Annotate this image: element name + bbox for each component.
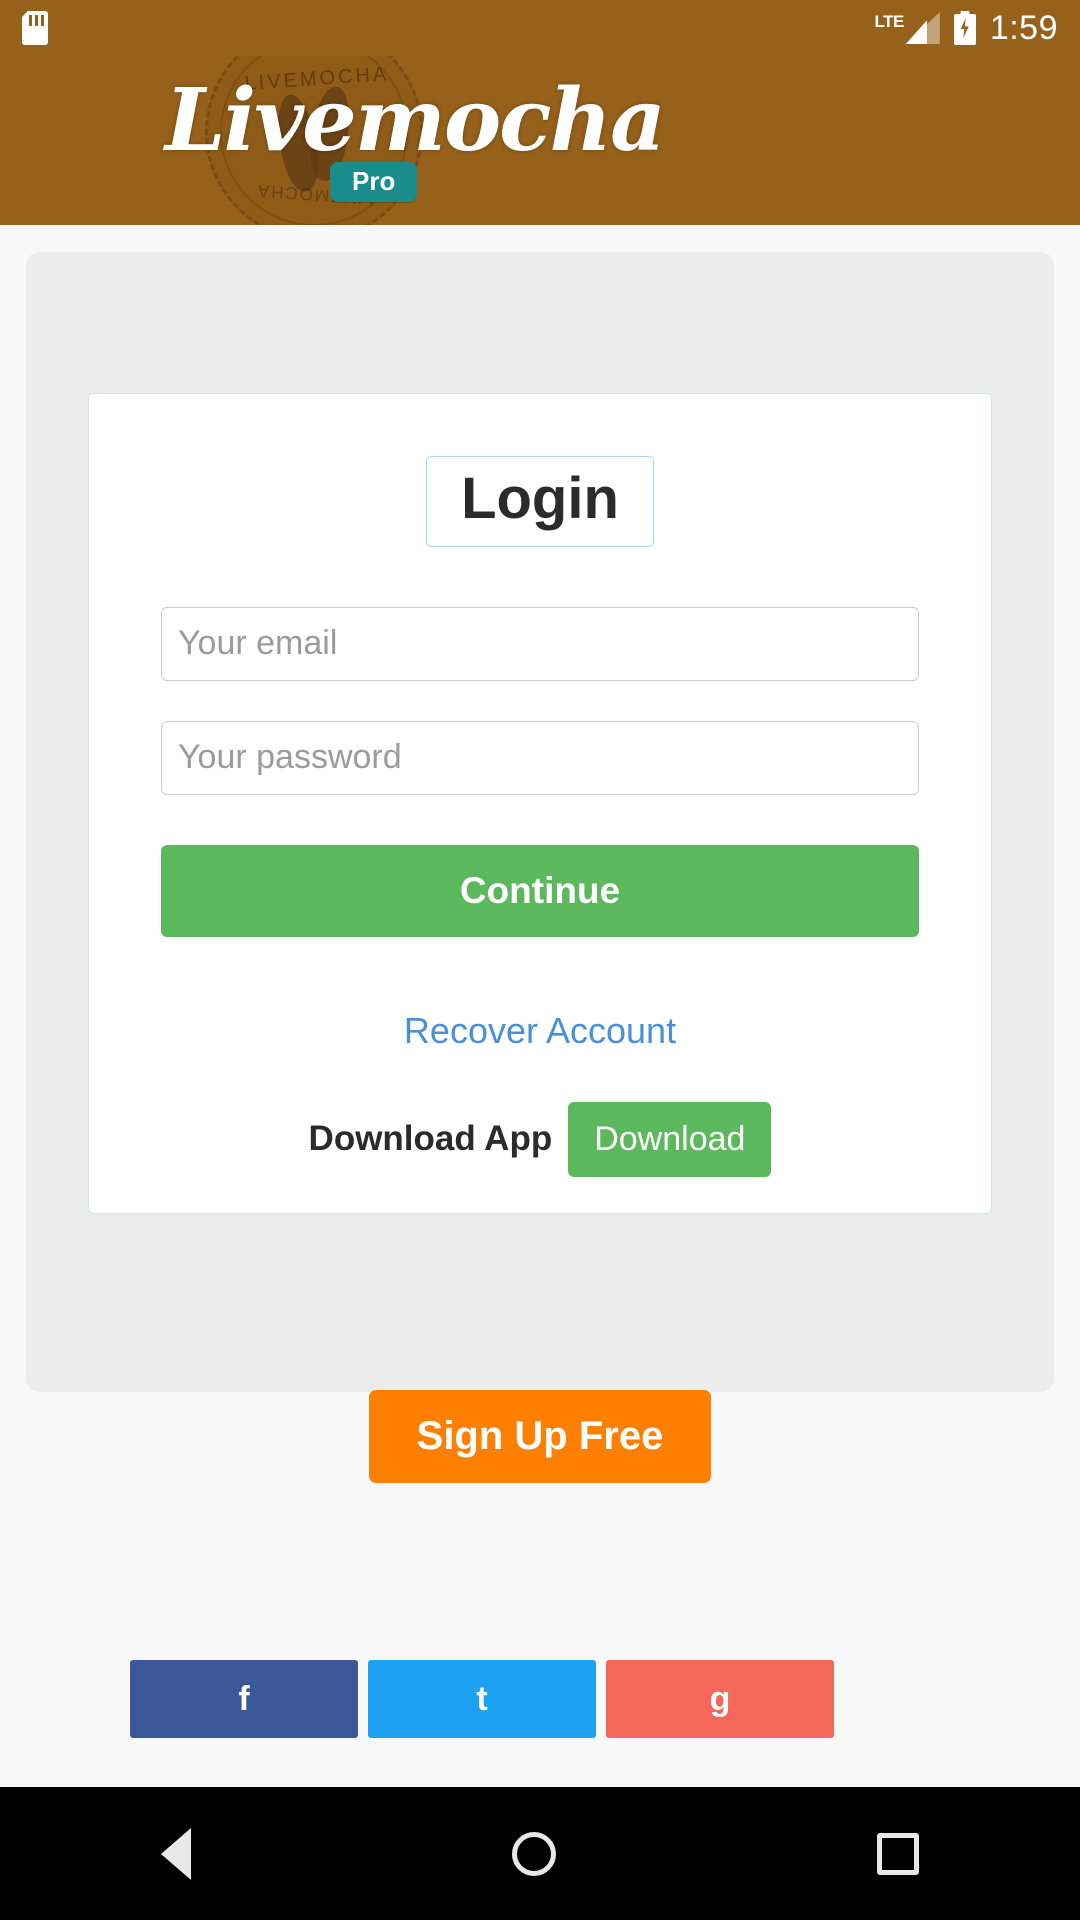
facebook-login-button[interactable]: f [130,1660,358,1738]
status-bar: LTE 1:59 [0,0,1080,56]
google-plus-icon: g [709,1679,731,1718]
continue-button[interactable]: Continue [161,844,919,937]
status-bar-left [22,11,48,45]
signal-bars-icon [905,12,940,44]
brand-header: LIVEMOCHA LIVEMOCHA Livemocha Pro [0,56,1080,225]
battery-charging-icon [953,11,976,45]
status-bar-clock: 1:59 [989,9,1058,47]
twitter-icon: t [476,1679,488,1718]
social-login-row: f t g [130,1660,834,1738]
status-bar-right: LTE 1:59 [874,11,1058,45]
signup-wrap: Sign Up Free [0,1390,1080,1483]
page-body: Login Continue Recover Account Download … [0,225,1080,1920]
sd-card-icon [22,11,48,45]
brand-wordmark: Livemocha [165,70,666,171]
back-icon[interactable] [160,1827,191,1880]
download-app-label: Download App [308,1119,553,1159]
recover-account-link[interactable]: Recover Account [161,1010,919,1052]
network-type-label: LTE [874,12,904,31]
pro-badge: Pro [330,162,418,202]
page-title: Login [426,456,654,547]
app-screen: LTE 1:59 LIVEMOCHA LIVEMOCHA Livemocha P… [0,0,1080,1920]
download-app-row: Download App Download [161,1101,919,1177]
login-card: Login Continue Recover Account Download … [88,393,992,1214]
google-plus-login-button[interactable]: g [606,1660,834,1738]
recents-icon[interactable] [877,1832,920,1875]
sign-up-free-button[interactable]: Sign Up Free [368,1390,712,1483]
android-nav-bar [0,1787,1080,1920]
home-icon[interactable] [511,1831,556,1876]
twitter-login-button[interactable]: t [368,1660,596,1738]
facebook-icon: f [238,1679,250,1718]
password-field[interactable] [161,720,919,795]
content-panel: Login Continue Recover Account Download … [26,252,1054,1392]
login-title-wrap: Login [161,456,919,547]
network-indicator: LTE [874,12,940,44]
email-field[interactable] [161,606,919,681]
download-button[interactable]: Download [568,1101,772,1177]
